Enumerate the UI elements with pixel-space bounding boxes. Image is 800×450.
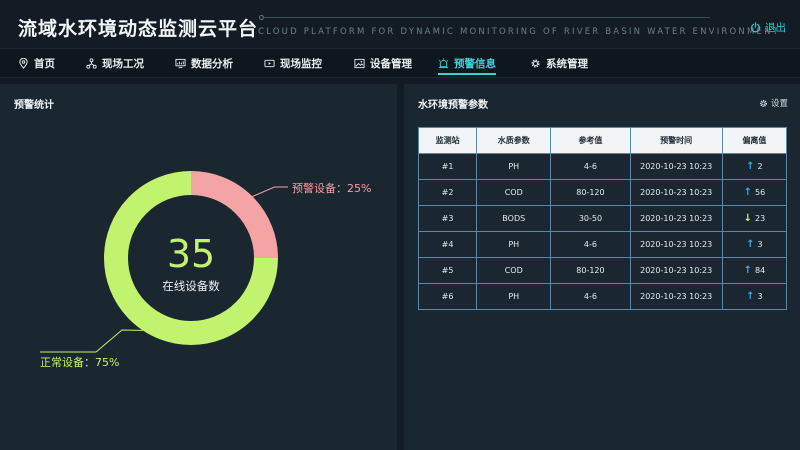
app-subtitle: CLOUD PLATFORM FOR DYNAMIC MONITORING OF… [258,27,781,37]
deviation-cell: ↓ 23 [721,205,788,232]
title-decoration-line [262,17,710,18]
nav-item-label: 设备管理 [370,58,412,70]
nav-item-site-monitoring[interactable]: 现场监控 [264,49,322,78]
location-pin-icon [19,58,28,69]
arrow-up-icon: ↑ [743,265,752,276]
deviation-value: 56 [755,188,766,197]
warning-device-label: 预警设备：25% [292,182,372,195]
nav-item-label: 首页 [34,58,55,70]
arrow-down-icon: ↓ [743,213,752,224]
deviation-cell: ↑ 84 [721,257,788,284]
column-header: 参考值 [550,127,631,154]
nav-item-warning-info[interactable]: 预警信息 [438,49,496,78]
normal-device-label: 正常设备：75% [40,356,120,369]
table-row: #3 BODS 30-50 2020-10-23 10:23 ↓ 23 [417,205,788,232]
deviation-cell: ↑ 3 [721,231,788,258]
ref-cell: 4-6 [550,283,631,310]
deviation-value: 2 [757,162,763,171]
param-cell: COD [476,179,552,206]
warning-stats-panel: 预警统计 35 在线设备数 预警设备：25% 正常设备：75% [0,84,397,450]
param-cell: BODS [476,205,552,232]
station-cell: #2 [417,179,478,206]
deviation-value: 3 [757,240,763,249]
app-title: 流域水环境动态监测云平台 [18,18,259,40]
ref-cell: 4-6 [550,153,631,180]
monitor-chart-icon [175,58,186,69]
warning-params-table: 监测站 水质参数 参考值 预警时间 偏离值 #1 PH 4-6 2020-10-23 … [417,127,788,310]
nav-item-label: 预警信息 [454,58,496,70]
gear-icon [531,59,540,68]
param-cell: PH [476,231,552,258]
station-cell: #3 [417,205,478,232]
ref-cell: 4-6 [550,231,631,258]
online-device-label: 在线设备数 [162,279,220,293]
nav-item-label: 系统管理 [546,58,588,70]
station-cell: #1 [417,153,478,180]
warning-params-panel: 水环境预警参数 设置 监测站 水质参数 参考值 预警时间 偏离值 #1 PH 4-6… [404,84,800,450]
table-row: #6 PH 4-6 2020-10-23 10:23 ↑ 3 [417,283,788,310]
column-header: 预警时间 [629,127,723,154]
nav-item-label: 现场监控 [280,58,322,70]
param-cell: PH [476,283,552,310]
nav-item-label: 数据分析 [191,58,233,70]
time-cell: 2020-10-23 10:23 [629,153,723,180]
time-cell: 2020-10-23 10:23 [629,283,723,310]
column-header: 监测站 [417,127,478,154]
time-cell: 2020-10-23 10:23 [629,205,723,232]
settings-button[interactable]: 设置 [759,97,788,109]
nav-item-home[interactable]: 首页 [18,49,55,78]
arrow-up-icon: ↑ [746,239,755,250]
deviation-value: 84 [755,266,766,275]
power-icon [751,21,760,32]
arrow-up-icon: ↑ [746,291,755,302]
deviation-cell: ↑ 56 [721,179,788,206]
main-nav: 首页 现场工况 数据分析 现场监控 设备管理 预警信息 系统管理 [0,48,800,78]
column-header: 水质参数 [476,127,552,154]
normal-leader-line [40,329,143,353]
station-cell: #6 [417,283,478,310]
table-row: #5 COD 80-120 2020-10-23 10:23 ↑ 84 [417,257,788,284]
ref-cell: 80-120 [550,257,631,284]
deviation-value: 3 [757,292,763,301]
panel-title: 水环境预警参数 [418,100,488,111]
nav-item-device-management[interactable]: 设备管理 [354,49,412,78]
nav-item-data-analysis[interactable]: 数据分析 [175,49,233,78]
warning-leader-line [252,186,288,197]
table-row: #2 COD 80-120 2020-10-23 10:23 ↑ 56 [417,179,788,206]
station-cell: #5 [417,257,478,284]
online-device-count: 35 [166,232,216,276]
app-header: 流域水环境动态监测云平台 CLOUD PLATFORM FOR DYNAMIC … [0,0,800,48]
time-cell: 2020-10-23 10:23 [629,257,723,284]
settings-label: 设置 [770,99,788,109]
nav-item-site-status[interactable]: 现场工况 [86,49,144,78]
param-cell: COD [476,257,552,284]
ref-cell: 30-50 [550,205,631,232]
param-cell: PH [476,153,552,180]
ref-cell: 80-120 [550,179,631,206]
station-cell: #4 [417,231,478,258]
time-cell: 2020-10-23 10:23 [629,231,723,258]
network-icon [86,58,97,69]
deviation-cell: ↑ 3 [721,283,788,310]
arrow-up-icon: ↑ [743,187,752,198]
table-header-row: 监测站 水质参数 参考值 预警时间 偏离值 [417,127,788,154]
nav-item-system-management[interactable]: 系统管理 [530,49,588,78]
nav-item-label: 现场工况 [102,58,144,70]
alarm-icon [438,58,449,69]
deviation-value: 23 [755,214,766,223]
deviation-cell: ↑ 2 [721,153,788,180]
table-row: #1 PH 4-6 2020-10-23 10:23 ↑ 2 [417,153,788,180]
image-icon [354,58,365,69]
gear-icon [759,99,768,107]
logout-label: 退出 [765,21,786,34]
arrow-up-icon: ↑ [746,161,755,172]
time-cell: 2020-10-23 10:23 [629,179,723,206]
video-icon [264,59,275,68]
column-header: 偏离值 [721,127,788,154]
logout-button[interactable]: 退出 [750,20,786,34]
table-row: #4 PH 4-6 2020-10-23 10:23 ↑ 3 [417,231,788,258]
